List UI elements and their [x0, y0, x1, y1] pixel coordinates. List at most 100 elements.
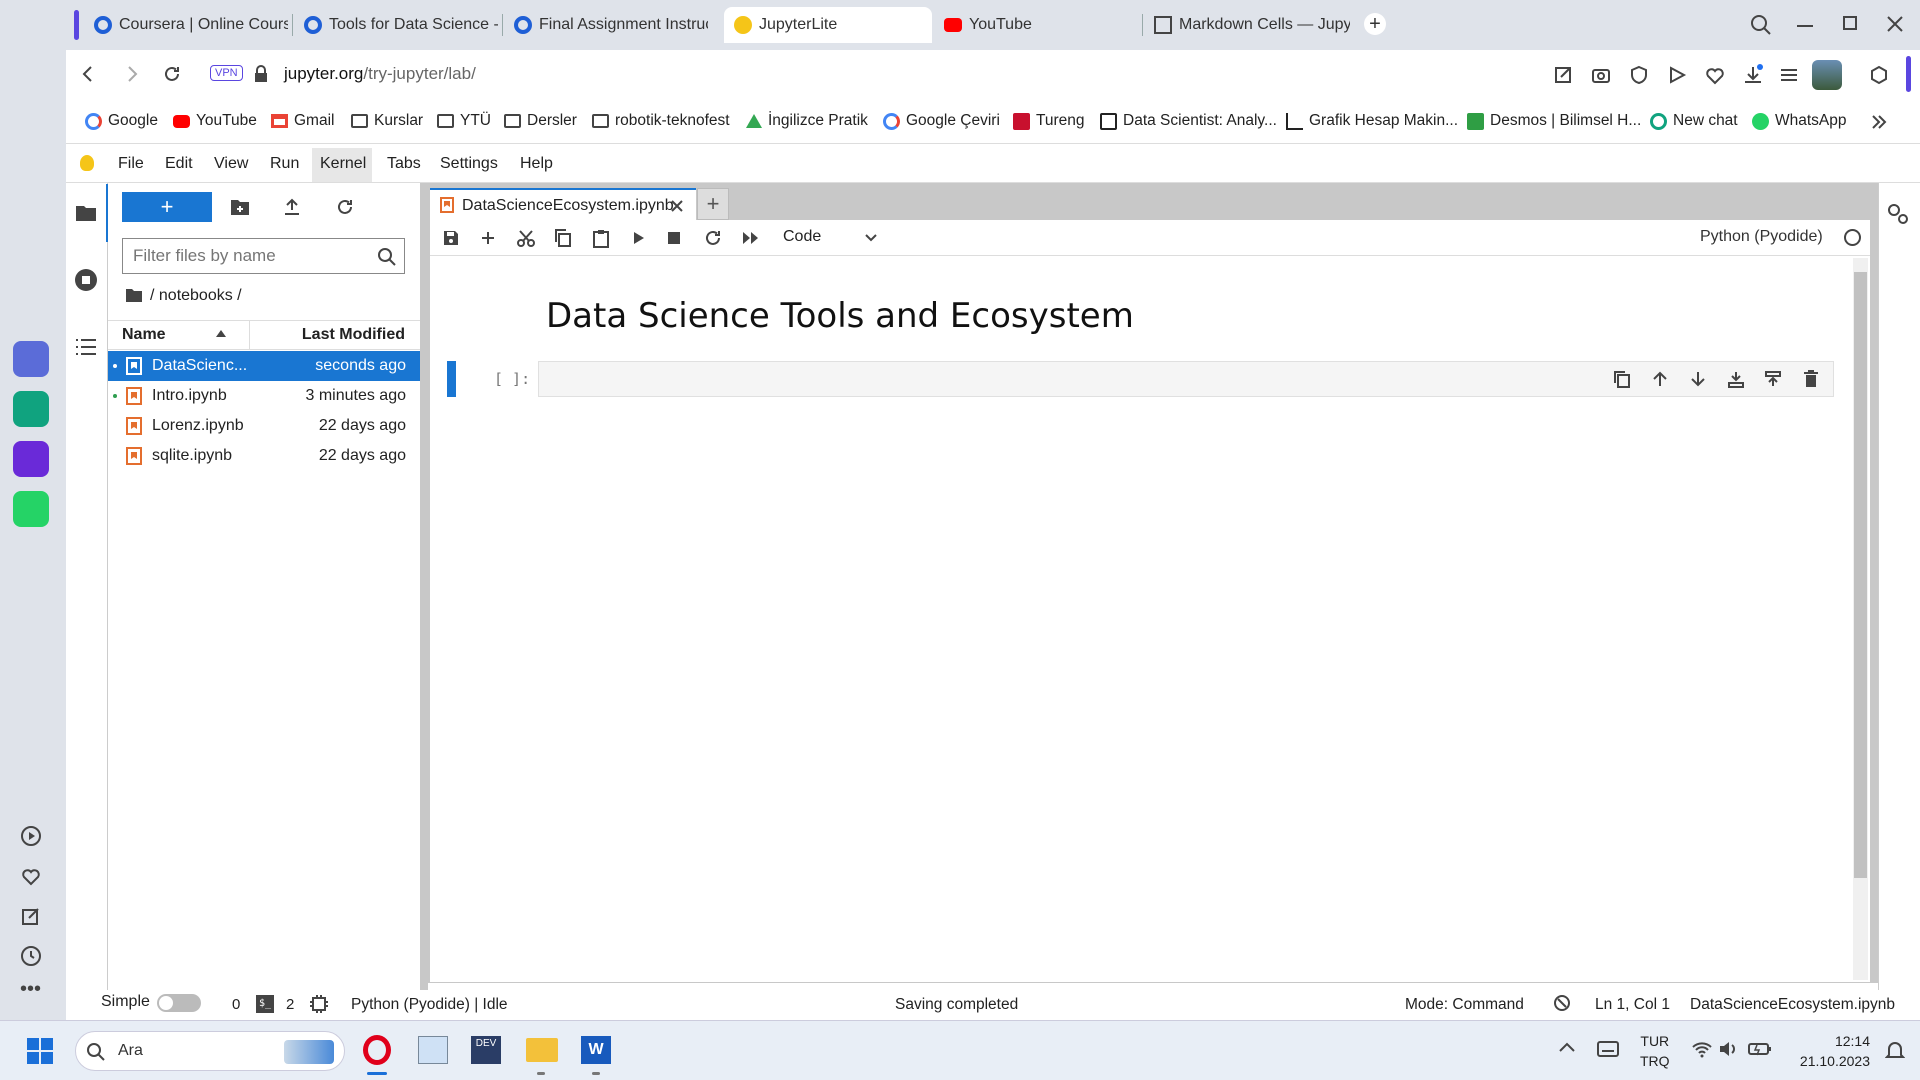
table-of-contents-icon[interactable] [75, 337, 97, 357]
bookmark-tureng[interactable]: Tureng [1013, 112, 1085, 130]
close-window-icon[interactable] [1885, 14, 1905, 34]
tab-notebook[interactable]: DataScienceEcosystem.ipynb [430, 188, 696, 220]
chatgpt-app-icon[interactable] [13, 391, 49, 427]
bookmark-dersler[interactable]: Dersler [504, 112, 577, 130]
bookmark-robotik[interactable]: robotik-teknofest [592, 112, 730, 130]
upload-icon[interactable] [283, 197, 301, 217]
menu-help[interactable]: Help [520, 155, 553, 173]
folder-icon[interactable] [75, 203, 97, 223]
bookmark-kurslar[interactable]: Kurslar [351, 112, 423, 130]
breadcrumb-folder-icon[interactable] [125, 287, 143, 303]
run-icon[interactable] [630, 230, 646, 246]
volume-icon[interactable] [1718, 1040, 1740, 1058]
windows-start-icon[interactable] [27, 1038, 53, 1064]
keyboard-icon[interactable] [1597, 1041, 1619, 1057]
column-modified-header[interactable]: Last Modified [302, 326, 405, 344]
insert-below-icon[interactable] [1764, 370, 1782, 388]
vpn-badge[interactable]: VPN [210, 65, 243, 81]
wifi-icon[interactable] [1691, 1040, 1713, 1058]
bookmark-youtube[interactable]: YouTube [173, 112, 257, 130]
share-icon[interactable] [1553, 65, 1573, 85]
tab-youtube[interactable]: YouTube [934, 7, 1138, 43]
new-tab-plus-button[interactable]: + [697, 188, 729, 220]
interrupt-icon[interactable] [668, 232, 680, 244]
minimize-button[interactable] [1797, 25, 1813, 27]
bookmark-desmos[interactable]: Desmos | Bilimsel H... [1467, 112, 1641, 130]
breadcrumb[interactable]: / notebooks / [150, 287, 242, 305]
aria-app-icon[interactable] [13, 341, 49, 377]
cursor-position[interactable]: Ln 1, Col 1 [1595, 996, 1670, 1014]
file-explorer-icon[interactable] [526, 1038, 558, 1062]
new-folder-icon[interactable] [230, 198, 250, 216]
heart-icon[interactable] [20, 865, 42, 887]
bookmark-data-scientist[interactable]: Data Scientist: Analy... [1100, 112, 1277, 130]
opera-taskbar-icon[interactable] [363, 1035, 391, 1065]
new-tab-button[interactable]: + [1364, 13, 1386, 35]
tab-coursera[interactable]: Coursera | Online Courses [84, 7, 288, 43]
bookmark-google[interactable]: Google [85, 112, 158, 130]
bookmark-ytu[interactable]: YTÜ [437, 112, 491, 130]
tab-final-assignment[interactable]: Final Assignment Instructi [504, 7, 708, 43]
running-kernels-icon[interactable] [74, 268, 98, 292]
tab-jupyterlite[interactable]: JupyterLite [724, 7, 932, 43]
property-inspector-gears-icon[interactable] [1886, 202, 1910, 226]
language-indicator[interactable]: TUR TRQ [1640, 1031, 1670, 1071]
whatsapp-app-icon[interactable] [13, 491, 49, 527]
back-icon[interactable] [78, 64, 98, 84]
bookmark-google-ceviri[interactable]: Google Çeviri [883, 112, 1000, 130]
kernel-status-text[interactable]: Python (Pyodide) | Idle [351, 996, 508, 1014]
paste-icon[interactable] [591, 228, 611, 248]
close-tab-icon[interactable] [670, 199, 684, 213]
taskbar-clock[interactable]: 12:14 21.10.2023 [1780, 1031, 1870, 1071]
file-filter-box[interactable] [122, 238, 405, 274]
search-tabs-icon[interactable] [1750, 14, 1772, 36]
heart-icon[interactable] [1705, 65, 1725, 85]
refresh-icon[interactable] [335, 197, 355, 217]
download-icon[interactable] [1742, 64, 1764, 86]
copy-icon[interactable] [553, 228, 573, 248]
url-field[interactable]: jupyter.org/try-jupyter/lab/ [284, 64, 476, 84]
menu-edit[interactable]: Edit [165, 155, 193, 173]
notification-icon[interactable] [1885, 1040, 1905, 1060]
bookmark-gmail[interactable]: Gmail [271, 112, 334, 130]
new-launcher-button[interactable]: + [122, 192, 212, 222]
restart-run-all-icon[interactable] [741, 230, 761, 246]
dev-app-icon[interactable]: DEV [471, 1036, 501, 1064]
tab-tools-data-science[interactable]: Tools for Data Science - C [294, 7, 498, 43]
file-row[interactable]: sqlite.ipynb 22 days ago [108, 441, 420, 471]
insert-above-icon[interactable] [1727, 370, 1745, 388]
menu-file[interactable]: File [118, 155, 144, 173]
file-filter-input[interactable] [133, 246, 363, 266]
restore-button[interactable] [1843, 16, 1857, 30]
cell-type-select[interactable]: Code [780, 226, 884, 250]
move-up-icon[interactable] [1651, 370, 1669, 388]
panel-splitter[interactable] [420, 183, 428, 1017]
bookmark-new-chat[interactable]: New chat [1650, 112, 1738, 130]
scrollbar-thumb[interactable] [1854, 272, 1867, 878]
extensions-cube-icon[interactable] [1869, 65, 1889, 85]
bookmark-ingilizce[interactable]: İngilizce Pratik [746, 112, 868, 130]
active-cell-marker[interactable] [447, 361, 456, 397]
reload-icon[interactable] [162, 64, 182, 84]
duplicate-cell-icon[interactable] [1613, 370, 1631, 388]
camera-icon[interactable] [1591, 65, 1611, 85]
flow-icon[interactable] [1667, 65, 1687, 85]
menu-settings[interactable]: Settings [440, 155, 498, 173]
bookmark-grafik[interactable]: Grafik Hesap Makin... [1286, 112, 1458, 130]
menu-view[interactable]: View [214, 155, 248, 173]
menu-run[interactable]: Run [270, 155, 299, 173]
tab-markdown-cells[interactable]: Markdown Cells — Jupyte [1144, 7, 1350, 43]
lock-icon[interactable] [253, 64, 269, 84]
file-row[interactable]: Intro.ipynb 3 minutes ago [108, 381, 420, 411]
bookmark-whatsapp[interactable]: WhatsApp [1752, 112, 1847, 130]
battery-icon[interactable] [1748, 1041, 1772, 1057]
chevron-up-icon[interactable] [1558, 1040, 1576, 1054]
pinboard-icon[interactable] [20, 905, 42, 927]
profile-avatar[interactable] [1812, 60, 1842, 90]
jupyter-logo-icon[interactable] [80, 155, 94, 171]
insert-cell-icon[interactable] [479, 229, 497, 247]
code-cell-editor[interactable] [538, 361, 1834, 397]
menu-kernel[interactable]: Kernel [320, 155, 366, 173]
menu-tabs[interactable]: Tabs [387, 155, 421, 173]
kernel-count[interactable]: 2 [286, 996, 294, 1013]
